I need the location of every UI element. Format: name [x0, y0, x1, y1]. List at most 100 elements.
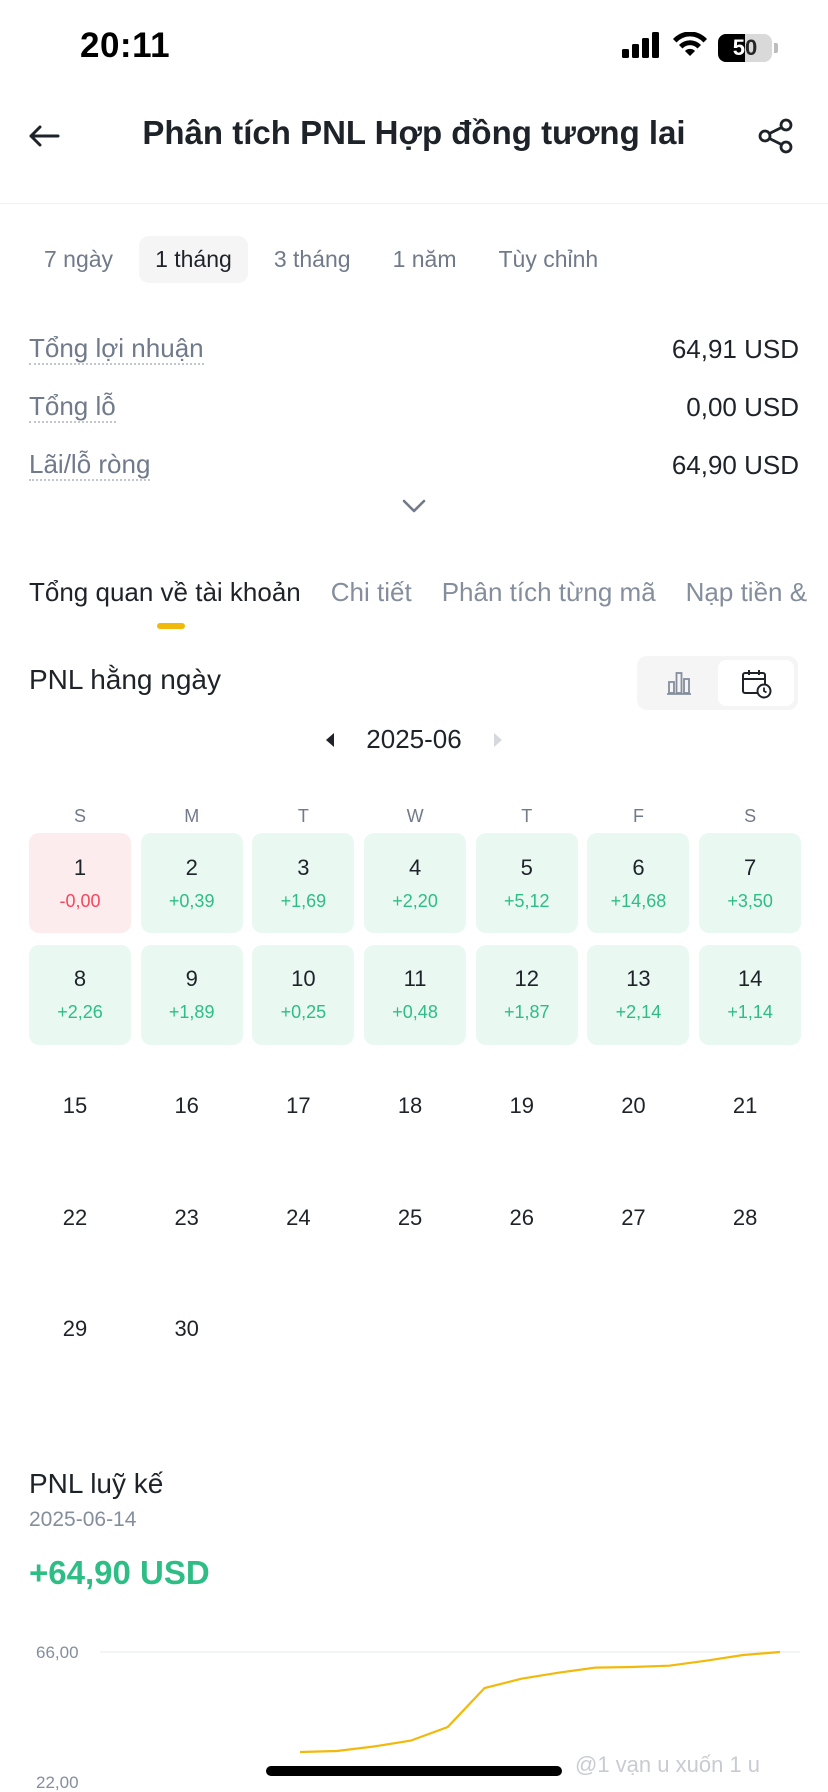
- day-pnl-value: +1,14: [727, 1002, 773, 1022]
- cumulative-pnl-title: PNL luỹ kế: [29, 1468, 164, 1499]
- day-pnl-value: +1,69: [280, 890, 327, 911]
- calendar-day[interactable]: 20: [587, 1056, 689, 1156]
- net-pnl-label[interactable]: Lãi/lỗ ròng: [29, 449, 151, 481]
- watermark-text: @1 vạn u xuốn 1 u: [575, 1752, 761, 1777]
- total-profit-label[interactable]: Tổng lợi nhuận: [29, 333, 204, 365]
- calendar-day[interactable]: 28: [699, 1168, 801, 1268]
- share-button[interactable]: [752, 112, 800, 160]
- calendar-day[interactable]: 17: [252, 1056, 354, 1156]
- day-pnl-value: +1,87: [503, 1002, 550, 1022]
- calendar-day[interactable]: 4 +2,20: [364, 833, 467, 933]
- header: Phân tích PNL Hợp đồng tương lai: [0, 94, 828, 204]
- calendar-day[interactable]: 11 +0,48: [364, 944, 467, 1045]
- calendar-view-button[interactable]: [717, 660, 794, 706]
- day-number: 27: [621, 1204, 646, 1230]
- calendar-day[interactable]: 21: [699, 1056, 801, 1156]
- calendar-day[interactable]: 1 -0,00: [29, 833, 131, 933]
- pnl-summary: Tổng lợi nhuận 64,91 USD Tổng lỗ 0,00 US…: [29, 320, 799, 494]
- calendar-day[interactable]: 23: [141, 1168, 243, 1268]
- day-number: 6: [632, 854, 645, 880]
- prev-month-button[interactable]: [320, 730, 340, 750]
- status-icons: 50: [622, 31, 778, 63]
- tab-1-month[interactable]: 1 tháng: [139, 236, 248, 283]
- day-number: 9: [185, 966, 198, 991]
- weekday-wed: W: [406, 806, 424, 826]
- day-pnl-value: +1,89: [168, 1002, 215, 1022]
- day-number: 28: [732, 1204, 758, 1230]
- tab-1-year[interactable]: 1 năm: [377, 236, 473, 283]
- weekday-sun: S: [73, 806, 86, 826]
- calendar-day[interactable]: 19: [476, 1056, 578, 1156]
- calendar-day[interactable]: 7 +3,50: [699, 833, 802, 933]
- calendar-day[interactable]: 18: [364, 1056, 466, 1156]
- day-pnl-value: +0,25: [280, 1002, 327, 1022]
- y-tick-label: 22,00: [36, 1773, 79, 1792]
- tab-3-months[interactable]: 3 tháng: [258, 236, 367, 283]
- battery-cap: [774, 42, 778, 53]
- page-title: Phân tích PNL Hợp đồng tương lai: [142, 114, 686, 151]
- wifi-icon: [672, 31, 708, 63]
- tab-per-symbol-analysis[interactable]: Phân tích từng mã: [442, 577, 656, 608]
- summary-row-total-loss: Tổng lỗ 0,00 USD: [29, 378, 799, 436]
- cumulative-pnl-date: 2025-06-14: [29, 1508, 137, 1531]
- calendar-day[interactable]: 9 +1,89: [140, 944, 243, 1045]
- day-number: 26: [509, 1204, 534, 1230]
- calendar-day[interactable]: 13 +2,14: [587, 944, 690, 1045]
- section-tabs: Tổng quan về tài khoản Chi tiết Phân tíc…: [29, 577, 807, 608]
- battery-icon: 50: [718, 33, 772, 62]
- day-number: 8: [73, 966, 87, 991]
- weekday-tue: T: [297, 806, 309, 826]
- calendar-day[interactable]: 8 +2,26: [29, 944, 131, 1045]
- tab-deposits[interactable]: Nạp tiền &: [686, 577, 807, 608]
- calendar-day[interactable]: 30: [141, 1279, 243, 1379]
- calendar-day[interactable]: 2 +0,39: [140, 833, 243, 933]
- calendar-day[interactable]: 25: [364, 1168, 466, 1268]
- calendar-day[interactable]: 6 +14,68: [587, 833, 690, 933]
- tab-account-overview[interactable]: Tổng quan về tài khoản: [29, 577, 301, 608]
- day-number: 11: [403, 966, 427, 991]
- calendar-day[interactable]: 22: [29, 1168, 131, 1268]
- total-profit-value: 64,91 USD: [671, 333, 799, 364]
- calendar-day[interactable]: 24: [252, 1168, 354, 1268]
- day-number: 21: [732, 1093, 758, 1118]
- calendar-day[interactable]: 3 +1,69: [252, 833, 355, 933]
- cumulative-pnl-line: [299, 1650, 781, 1754]
- caret-right-icon: [493, 732, 502, 747]
- calendar-clock-icon: [741, 670, 772, 699]
- next-month-button[interactable]: [488, 730, 508, 750]
- day-pnl-value: +2,26: [57, 1002, 103, 1022]
- calendar-day[interactable]: 12 +1,87: [475, 944, 578, 1045]
- calendar-day[interactable]: 16: [141, 1056, 243, 1156]
- daily-pnl-title: PNL hằng ngày: [29, 664, 221, 695]
- day-number: 16: [174, 1093, 199, 1118]
- day-pnl-value: -0,00: [59, 890, 101, 911]
- day-number: 19: [509, 1093, 534, 1118]
- chart-view-button[interactable]: [641, 660, 718, 706]
- tab-details[interactable]: Chi tiết: [331, 577, 412, 608]
- home-indicator[interactable]: [266, 1766, 562, 1776]
- day-pnl-value: +2,20: [392, 890, 438, 911]
- calendar-day[interactable]: 14 +1,14: [699, 944, 802, 1045]
- tab-7-days[interactable]: 7 ngày: [28, 236, 129, 283]
- day-number: 24: [286, 1204, 311, 1230]
- day-number: 15: [62, 1093, 88, 1118]
- calendar-day[interactable]: 27: [587, 1168, 689, 1268]
- weekday-mon: M: [184, 806, 200, 826]
- total-loss-label[interactable]: Tổng lỗ: [29, 391, 116, 423]
- expand-summary-button[interactable]: [400, 492, 428, 520]
- day-pnl-value: +5,12: [503, 890, 550, 911]
- calendar-day[interactable]: 26: [476, 1168, 578, 1268]
- calendar-day[interactable]: 29: [29, 1279, 131, 1379]
- weekday-header: S M T W T F S: [29, 806, 799, 827]
- status-time: 20:11: [80, 26, 171, 65]
- calendar-day[interactable]: 15: [29, 1056, 131, 1156]
- tab-custom[interactable]: Tùy chỉnh: [483, 236, 615, 283]
- day-pnl-value: +0,48: [392, 1002, 438, 1022]
- signal-icon: [622, 32, 662, 63]
- calendar-day[interactable]: 5 +5,12: [475, 833, 578, 933]
- day-number: 30: [174, 1316, 199, 1341]
- day-pnl-value: +0,39: [168, 890, 215, 911]
- day-number: 5: [520, 854, 533, 880]
- y-tick-label: 66,00: [36, 1643, 79, 1662]
- calendar-day[interactable]: 10 +0,25: [252, 944, 355, 1045]
